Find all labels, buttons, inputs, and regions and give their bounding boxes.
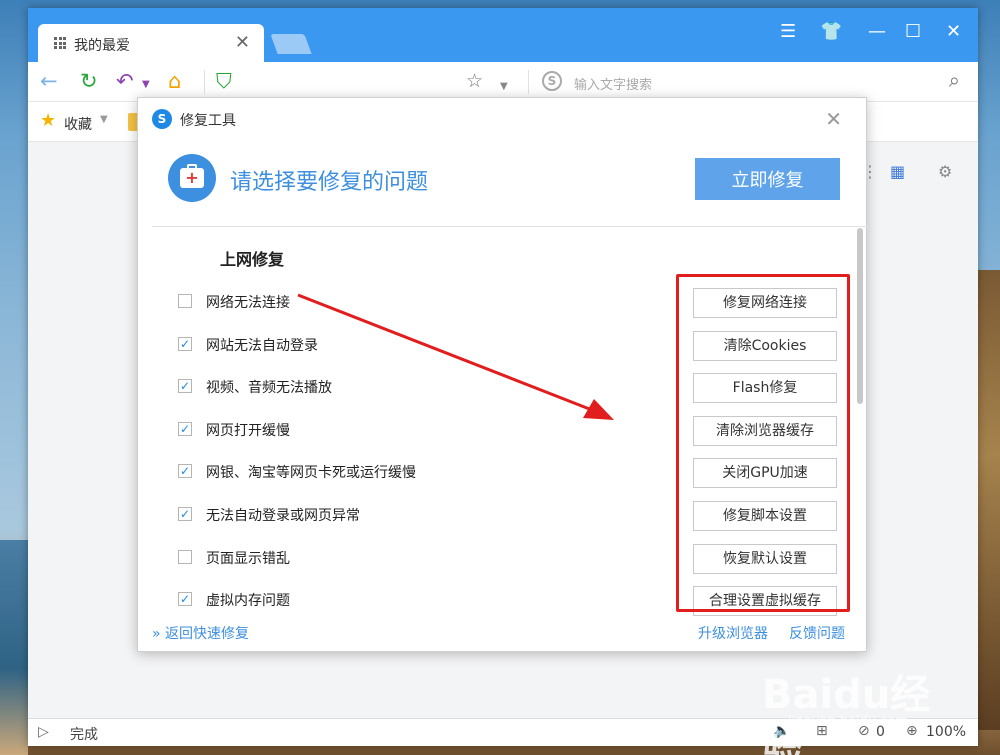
annotation-arrow (297, 293, 614, 420)
watermark-brand: Baidu经验 (762, 672, 931, 755)
baidu-watermark: Baidu经验 jingyan.baidu.com (762, 650, 962, 755)
watermark-url: jingyan.baidu.com (788, 714, 908, 729)
